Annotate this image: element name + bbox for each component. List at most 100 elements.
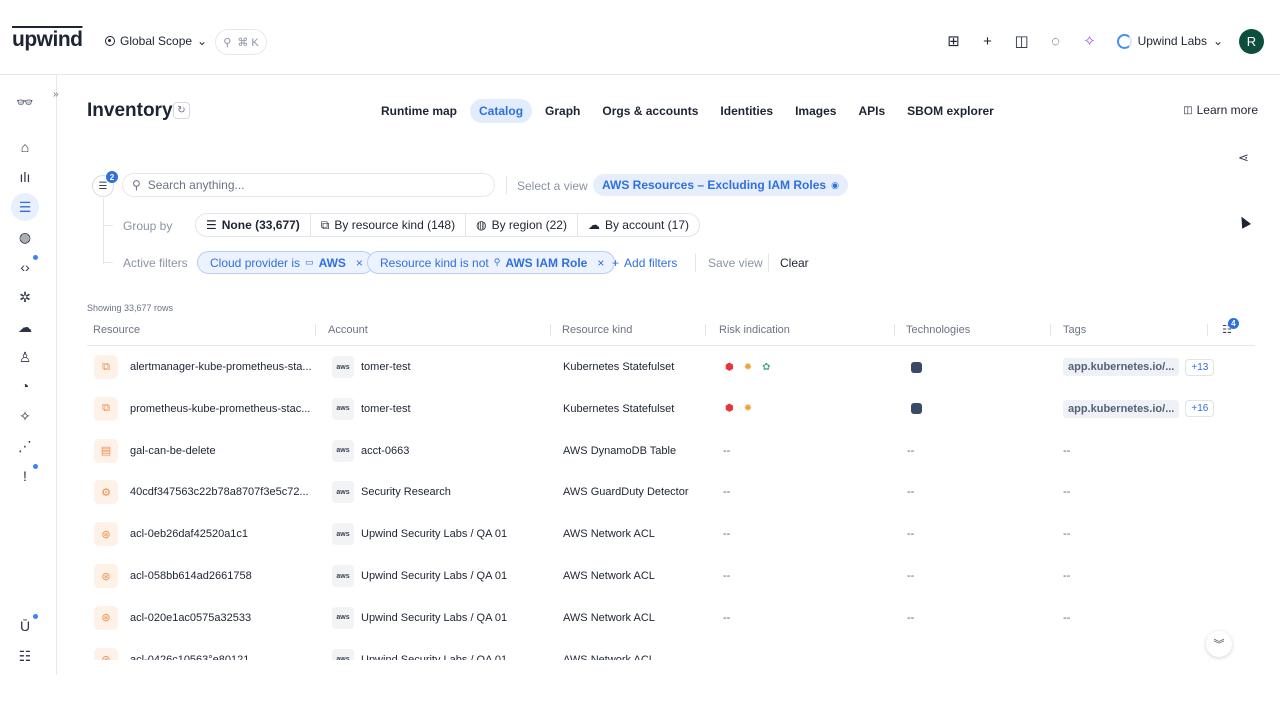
account-name[interactable]: Upwind Security Labs / QA 01 [361,570,507,582]
sparkle-icon[interactable]: ✧ [1079,28,1101,54]
share-icon[interactable]: ⋖ [1238,150,1249,166]
upwind-logo[interactable]: upwind [12,28,83,52]
ai-icon[interactable]: ✧ [11,402,39,430]
learn-more-link[interactable]: ◫ Learn more [1183,103,1258,117]
code-icon[interactable]: ‹› [11,253,39,281]
gift-icon[interactable]: ⊞ [943,28,965,54]
search-input[interactable]: ⚲ Search anything... [122,173,495,197]
group-by-region[interactable]: ◍ By region (22) [466,214,578,236]
book-icon[interactable]: ◫ [1011,28,1033,54]
user-icon[interactable]: ♙ [11,343,39,371]
column-header-resource[interactable]: Resource [93,324,140,336]
column-header-account[interactable]: Account [328,324,368,336]
tab-sbom-explorer[interactable]: SBOM explorer [898,99,1003,123]
scroll-to-bottom-button[interactable]: ︾ [1206,631,1232,657]
group-by-account[interactable]: ☁ By account (17) [578,214,699,236]
resource-name[interactable]: gal-can-be-delete [130,445,216,457]
tab-orgs-accounts[interactable]: Orgs & accounts [593,99,707,123]
add-filters-button[interactable]: + Add filters [612,256,677,270]
resource-name[interactable]: alertmanager-kube-prometheus-sta... [130,361,312,373]
tag-chip[interactable]: app.kubernetes.io/... [1063,399,1180,418]
table-row[interactable]: ⊛ acl-0426c10563°e80121 aws Upwind Security… [87,639,1255,660]
tab-identities[interactable]: Identities [711,99,782,123]
scope-selector[interactable]: Global Scope ⌄ [105,34,207,48]
graph-icon[interactable]: ⋰ [11,432,39,460]
resource-name[interactable]: acl-0eb26daf42520a1c1 [130,528,248,540]
group-by-none[interactable]: ☰ None (33,677) [196,214,311,236]
plus-icon[interactable]: + [977,28,999,54]
tab-catalog[interactable]: Catalog [470,99,533,123]
tab-apis[interactable]: APIs [849,99,894,123]
expand-sidebar-icon[interactable]: » [53,89,59,100]
current-view-chip[interactable]: AWS Resources – Excluding IAM Roles ◉ [593,174,848,196]
account-name[interactable]: Upwind Security Labs / QA 01 [361,612,507,624]
resource-name[interactable]: 40cdf347563c22b78a8707f3e5c72... [130,486,309,498]
account-name[interactable]: Upwind Security Labs / QA 01 [361,654,507,660]
filter-toggle-button[interactable]: ☰ 2 [92,171,118,197]
home-icon[interactable]: ⌂ [11,133,39,161]
column-divider[interactable] [1207,324,1208,336]
table-row[interactable]: ⊛ acl-058bb614ad2661758 aws Upwind Security… [87,555,1255,597]
account-name[interactable]: acct-0663 [361,445,409,457]
kubernetes-icon[interactable] [911,403,922,415]
column-divider[interactable] [894,324,895,336]
table-row[interactable]: ▤ gal-can-be-delete aws acct-0663 AWS Dynamo… [87,430,1255,472]
account-name[interactable]: Upwind Security Labs / QA 01 [361,528,507,540]
tab-runtime-map[interactable]: Runtime map [372,99,466,123]
network-risk-icon[interactable]: ✿ [762,362,770,373]
group-by-resource-kind[interactable]: ⧉ By resource kind (148) [311,214,467,236]
tab-images[interactable]: Images [786,99,845,123]
table-row[interactable]: ⚙ 40cdf347563c22b78a8707f3e5c72... aws Secu… [87,471,1255,513]
table-row[interactable]: ⧉ alertmanager-kube-prometheus-sta... aws t… [87,346,1255,388]
upwind-icon[interactable]: Ū [11,612,39,640]
column-header-risk-indication[interactable]: Risk indication [719,324,790,336]
resource-name[interactable]: acl-0426c10563°e80121 [130,654,249,660]
bug-risk-icon[interactable]: ✹ [744,403,752,414]
column-header-resource-kind[interactable]: Resource kind [562,324,632,336]
column-header-tags[interactable]: Tags [1063,324,1086,336]
org-selector[interactable]: Upwind Labs ⌄ [1116,33,1223,49]
more-tags-button[interactable]: +13 [1185,358,1215,376]
clear-filters-button[interactable]: Clear [780,256,809,270]
globe-icon[interactable]: ◍ [11,223,39,251]
resource-name[interactable]: acl-020e1ac0575a32533 [130,612,251,624]
kubernetes-icon[interactable] [911,361,922,373]
clock-icon[interactable]: ◔ [11,372,39,400]
column-settings-button[interactable]: ☷ 4 [1222,318,1239,336]
shield-risk-icon[interactable]: ⬢ [725,362,734,373]
save-view-button[interactable]: Save view [708,256,763,270]
bug-risk-icon[interactable]: ✹ [744,362,752,373]
column-divider[interactable] [705,324,706,336]
tab-graph[interactable]: Graph [536,99,589,123]
column-header-technologies[interactable]: Technologies [906,324,970,336]
account-name[interactable]: Security Research [361,486,451,498]
activity-icon[interactable]: ılı [11,163,39,191]
account-name[interactable]: tomer-test [361,403,411,415]
remove-filter-icon[interactable]: × [597,256,604,270]
table-row[interactable]: ⊛ acl-020e1ac0575a32533 aws Upwind Security… [87,597,1255,639]
account-name[interactable]: tomer-test [361,361,411,373]
filter-chip-resource-kind[interactable]: Resource kind is not ⚲ AWS IAM Role × [367,251,616,274]
filter-chip-cloud-provider[interactable]: Cloud provider is ▭ AWS × [197,251,374,274]
avatar[interactable]: R [1239,28,1264,54]
remove-filter-icon[interactable]: × [356,256,363,270]
binoculars-icon[interactable]: 👓 [11,88,39,116]
column-divider[interactable] [315,324,316,336]
more-tags-button[interactable]: +16 [1185,400,1215,418]
table-row[interactable]: ⧉ prometheus-kube-prometheus-stac... aws to… [87,388,1255,430]
inventory-icon[interactable]: ☰ [11,193,39,221]
settings-icon[interactable]: ☷ [11,642,39,670]
resource-name[interactable]: prometheus-kube-prometheus-stac... [130,403,310,415]
table-row[interactable]: ⊛ acl-0eb26daf42520a1c1 aws Upwind Security… [87,513,1255,555]
cloud-icon[interactable]: ☁ [11,313,39,341]
alert-icon[interactable]: ! [11,462,39,490]
resource-name[interactable]: acl-058bb614ad2661758 [130,570,252,582]
column-divider[interactable] [1050,324,1051,336]
bug-icon[interactable]: ✲ [11,283,39,311]
refresh-icon[interactable]: ↻ [173,102,190,119]
chat-icon[interactable]: ◌ [1045,28,1067,54]
shield-risk-icon[interactable]: ⬢ [725,403,734,414]
column-divider[interactable] [550,324,551,336]
tag-chip[interactable]: app.kubernetes.io/... [1063,358,1180,376]
global-search-button[interactable]: ⚲ ⌘ K [215,29,267,55]
